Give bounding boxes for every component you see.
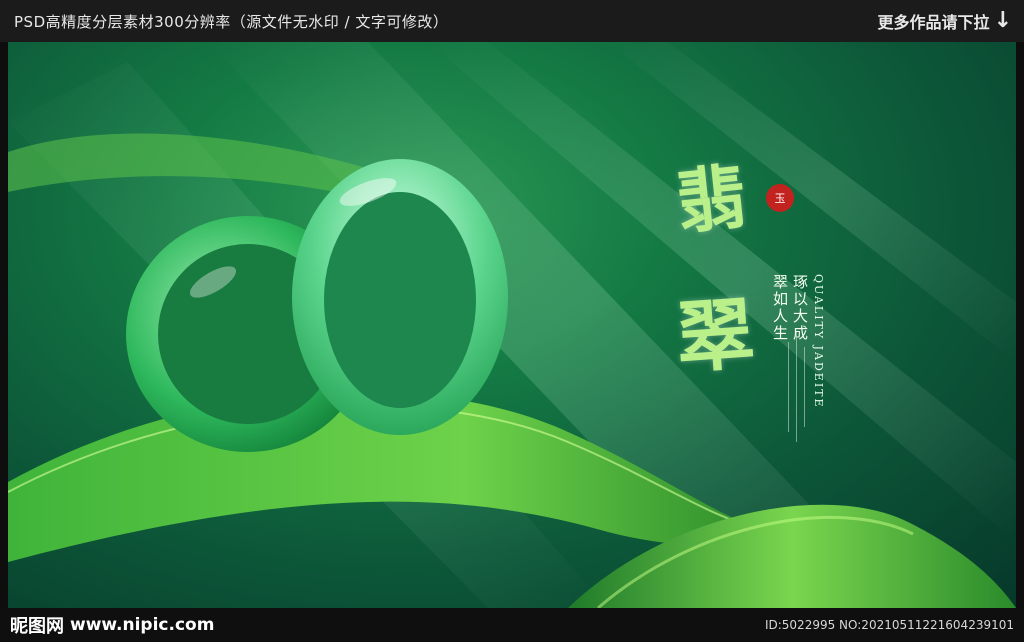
top-bar: PSD高精度分层素材300分辨率（源文件无水印 / 文字可修改） 更多作品请下拉… [0, 0, 1024, 42]
logo-url: www.nipic.com [70, 615, 215, 635]
nipic-logo[interactable]: 昵图网 www.nipic.com [10, 612, 214, 638]
down-arrow-icon: ↓ [993, 8, 1012, 33]
slogan-line-2: 翠如人生 [771, 274, 789, 342]
title-char-fei: 翡 [672, 154, 751, 245]
decorative-line [788, 342, 789, 432]
english-subtitle: QUALITY JADEITE [812, 274, 825, 409]
bottom-bar: 昵图网 www.nipic.com ID:5022995 NO:20210511… [0, 608, 1024, 642]
logo-chinese: 昵图网 [10, 616, 64, 637]
jade-bangle-right [292, 159, 508, 435]
poster-canvas: 翡 翠 玉 翠如人生 琢以大成 QUALITY JADEITE [8, 42, 1016, 608]
slogan-line-1: 琢以大成 [791, 274, 809, 342]
decorative-line [796, 332, 797, 442]
decorative-line [804, 347, 805, 427]
red-seal-stamp: 玉 [766, 184, 794, 212]
poster-artwork [8, 42, 1016, 608]
header-text: PSD高精度分层素材300分辨率（源文件无水印 / 文字可修改） [14, 12, 449, 31]
image-id-text: ID:5022995 NO:20210511221604239101 [764, 618, 1014, 632]
more-works-label: 更多作品请下拉 [877, 13, 990, 32]
title-char-cui: 翠 [673, 288, 758, 385]
more-works-link[interactable]: 更多作品请下拉 ↓ [878, 9, 1012, 33]
